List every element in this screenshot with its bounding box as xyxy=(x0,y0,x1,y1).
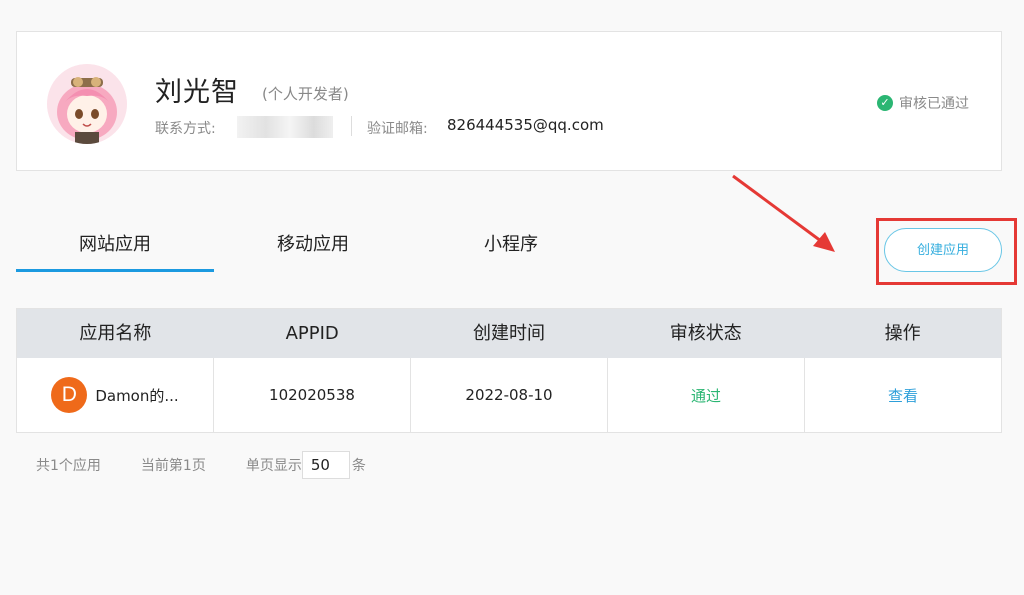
profile-card: 刘光智 (个人开发者) 联系方式: 验证邮箱: 826444535@qq.com… xyxy=(16,31,1002,171)
per-page-unit: 条 xyxy=(351,458,366,474)
cell-actions: 查看 xyxy=(805,358,1001,432)
table-row: D Damon的... 102020538 2022-08-10 通过 查看 xyxy=(17,358,1001,432)
email-value: 826444535@qq.com xyxy=(447,116,604,134)
apps-table: 应用名称 APPID 创建时间 审核状态 操作 D Damon的... 1020… xyxy=(16,308,1002,433)
current-page: 当前第1页 xyxy=(140,458,206,474)
header-app-name: 应用名称 xyxy=(79,323,152,344)
cell-created-time: 2022-08-10 xyxy=(411,358,608,432)
view-app-link[interactable]: 查看 xyxy=(888,385,918,406)
header-review-status: 审核状态 xyxy=(669,323,742,344)
tab-mini-programs[interactable]: 小程序 xyxy=(412,220,610,272)
contact-label: 联系方式: xyxy=(155,121,216,137)
verified-check-icon: ✓ xyxy=(877,95,893,111)
divider xyxy=(351,116,352,136)
page-size-input[interactable] xyxy=(301,451,350,479)
contact-value-redacted xyxy=(237,116,333,138)
status-text: 审核已通过 xyxy=(899,96,969,112)
developer-role: (个人开发者) xyxy=(262,85,349,103)
developer-name: 刘光智 xyxy=(155,77,239,108)
total-count: 共1个应用 xyxy=(36,458,101,474)
cell-app-name: D Damon的... xyxy=(17,358,214,432)
annotation-arrow-icon xyxy=(732,174,835,252)
avatar xyxy=(47,64,127,144)
pagination-bar: 共1个应用 当前第1页 单页显示 条 xyxy=(36,451,366,479)
app-type-tabs: 网站应用 移动应用 小程序 xyxy=(16,220,610,272)
verification-status: ✓ 审核已通过 xyxy=(877,93,969,113)
create-app-button[interactable]: 创建应用 xyxy=(884,228,1002,272)
app-name: Damon的... xyxy=(95,386,179,405)
table-header: 应用名称 APPID 创建时间 审核状态 操作 xyxy=(17,309,1001,358)
header-actions: 操作 xyxy=(884,323,921,344)
per-page-label: 单页显示 xyxy=(245,458,302,474)
cell-appid: 102020538 xyxy=(214,358,411,432)
tab-mobile-apps[interactable]: 移动应用 xyxy=(214,220,412,272)
cell-review-status: 通过 xyxy=(608,358,805,432)
email-label: 验证邮箱: xyxy=(367,121,428,137)
app-logo-icon: D xyxy=(51,377,88,413)
header-created-time: 创建时间 xyxy=(472,323,545,344)
tab-website-apps[interactable]: 网站应用 xyxy=(16,220,214,272)
anime-girl-avatar-icon xyxy=(47,64,127,144)
header-appid: APPID xyxy=(285,323,339,344)
